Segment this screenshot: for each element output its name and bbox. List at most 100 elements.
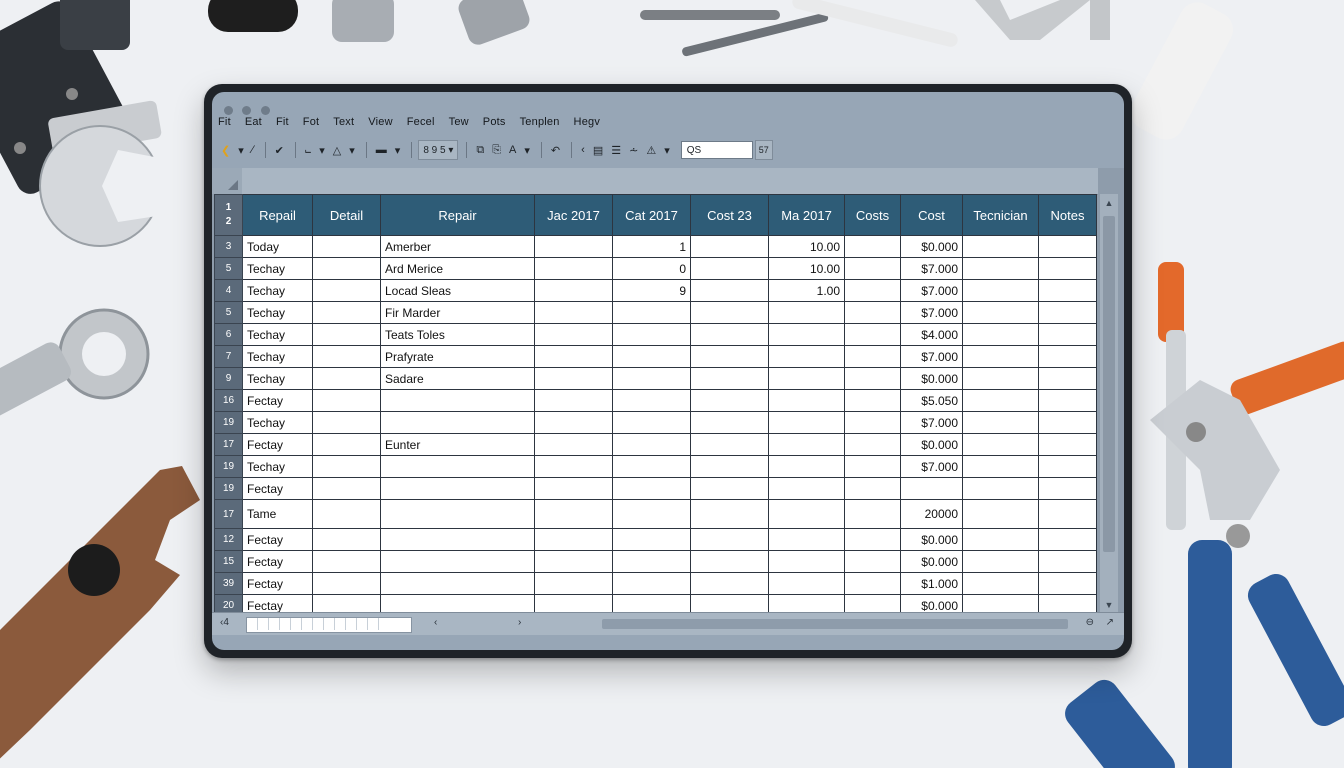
menu-item[interactable]: Eat bbox=[245, 116, 262, 134]
link-icon[interactable]: ⧉ bbox=[473, 140, 487, 160]
menu-item[interactable]: Fot bbox=[303, 116, 320, 134]
table-cell[interactable] bbox=[534, 411, 613, 434]
table-cell[interactable] bbox=[534, 572, 613, 595]
table-cell[interactable] bbox=[1038, 389, 1097, 412]
table-cell[interactable] bbox=[962, 301, 1039, 324]
table-cell[interactable] bbox=[312, 257, 381, 280]
table-cell[interactable]: $7.000 bbox=[900, 345, 963, 368]
table-cell[interactable] bbox=[768, 389, 845, 412]
table-cell[interactable]: Fectay bbox=[242, 433, 313, 456]
table-cell[interactable] bbox=[962, 572, 1039, 595]
table-cell[interactable]: Fir Marder bbox=[380, 301, 535, 324]
table-cell[interactable] bbox=[690, 367, 769, 390]
minimize-dot[interactable] bbox=[242, 106, 252, 115]
table-cell[interactable] bbox=[690, 433, 769, 456]
table-cell[interactable]: Fectay bbox=[242, 572, 313, 595]
table-cell[interactable] bbox=[312, 433, 381, 456]
table-cell[interactable]: Fectay bbox=[242, 389, 313, 412]
scroll-right-icon[interactable]: › bbox=[518, 617, 521, 628]
menu-item[interactable]: Fit bbox=[218, 116, 231, 134]
table-cell[interactable] bbox=[534, 345, 613, 368]
table-cell[interactable]: $5.050 bbox=[900, 389, 963, 412]
table-cell[interactable]: Techay bbox=[242, 257, 313, 280]
row-number[interactable]: 19 bbox=[214, 455, 243, 478]
table-cell[interactable] bbox=[962, 389, 1039, 412]
table-cell[interactable]: Fectay bbox=[242, 550, 313, 573]
table-cell[interactable]: Teats Toles bbox=[380, 323, 535, 346]
table-cell[interactable]: Techay bbox=[242, 411, 313, 434]
table-cell[interactable]: $1.000 bbox=[900, 572, 963, 595]
table-cell[interactable] bbox=[612, 411, 691, 434]
border-icon[interactable]: ▬ bbox=[373, 140, 390, 160]
table-cell[interactable] bbox=[690, 279, 769, 302]
table-cell[interactable] bbox=[962, 235, 1039, 258]
table-cell[interactable] bbox=[1038, 433, 1097, 456]
table-cell[interactable] bbox=[312, 367, 381, 390]
row-number[interactable]: 19 bbox=[214, 477, 243, 500]
table-cell[interactable] bbox=[534, 367, 613, 390]
table-cell[interactable]: Amerber bbox=[380, 235, 535, 258]
name-box-input[interactable]: QS bbox=[680, 141, 753, 159]
table-cell[interactable] bbox=[534, 301, 613, 324]
sheet-tabs[interactable] bbox=[246, 617, 412, 633]
column-header[interactable]: Cost 23 bbox=[690, 194, 769, 236]
select-all-corner[interactable] bbox=[212, 168, 242, 194]
row-number[interactable]: 4 bbox=[214, 279, 243, 302]
table-cell[interactable] bbox=[690, 323, 769, 346]
table-cell[interactable] bbox=[1038, 528, 1097, 551]
table-cell[interactable] bbox=[612, 345, 691, 368]
scroll-left-icon[interactable]: ‹ bbox=[434, 617, 437, 628]
table-cell[interactable] bbox=[962, 411, 1039, 434]
menu-item[interactable]: Tenplen bbox=[520, 116, 560, 134]
table-cell[interactable]: 9 bbox=[612, 279, 691, 302]
table-cell[interactable] bbox=[900, 477, 963, 500]
dropdown-icon[interactable]: ▾ bbox=[316, 140, 328, 160]
menu-item[interactable]: Tew bbox=[449, 116, 469, 134]
format-icon[interactable]: ⩪ bbox=[626, 140, 641, 160]
table-cell[interactable]: 10.00 bbox=[768, 257, 845, 280]
table-cell[interactable] bbox=[690, 257, 769, 280]
table-cell[interactable] bbox=[768, 433, 845, 456]
undo-icon[interactable]: ❮ bbox=[218, 140, 233, 160]
row-number[interactable]: 15 bbox=[214, 550, 243, 573]
table-cell[interactable] bbox=[690, 477, 769, 500]
table-cell[interactable]: 10.00 bbox=[768, 235, 845, 258]
redo-icon[interactable]: ↶ bbox=[548, 140, 563, 160]
table-cell[interactable] bbox=[612, 477, 691, 500]
column-header[interactable]: Tecnician bbox=[962, 194, 1039, 236]
dropdown-icon[interactable]: ▾ bbox=[661, 140, 673, 160]
row-number[interactable]: 17 bbox=[214, 499, 243, 529]
table-cell[interactable] bbox=[962, 550, 1039, 573]
table-cell[interactable] bbox=[690, 411, 769, 434]
align-icon[interactable]: ☰ bbox=[608, 140, 624, 160]
table-cell[interactable] bbox=[534, 279, 613, 302]
table-cell[interactable] bbox=[1038, 411, 1097, 434]
table-cell[interactable] bbox=[312, 235, 381, 258]
dropdown-icon[interactable]: ▾ bbox=[521, 140, 533, 160]
table-cell[interactable] bbox=[380, 528, 535, 551]
table-cell[interactable] bbox=[844, 499, 901, 529]
table-cell[interactable] bbox=[534, 550, 613, 573]
table-cell[interactable] bbox=[1038, 279, 1097, 302]
row-number[interactable]: 39 bbox=[214, 572, 243, 595]
zoom-select[interactable]: 8 9 5 ▾ bbox=[418, 140, 459, 160]
row-number[interactable]: 9 bbox=[214, 367, 243, 390]
table-cell[interactable] bbox=[768, 323, 845, 346]
table-cell[interactable] bbox=[844, 455, 901, 478]
table-cell[interactable] bbox=[312, 411, 381, 434]
table-cell[interactable]: $0.000 bbox=[900, 367, 963, 390]
table-cell[interactable] bbox=[690, 572, 769, 595]
row-number[interactable]: 5 bbox=[214, 257, 243, 280]
row-number[interactable]: 5 bbox=[214, 301, 243, 324]
table-cell[interactable]: Techay bbox=[242, 323, 313, 346]
table-cell[interactable] bbox=[534, 257, 613, 280]
table-cell[interactable] bbox=[534, 499, 613, 529]
table-cell[interactable] bbox=[312, 345, 381, 368]
table-cell[interactable]: $7.000 bbox=[900, 411, 963, 434]
table-cell[interactable] bbox=[768, 411, 845, 434]
table-cell[interactable] bbox=[612, 528, 691, 551]
column-header[interactable]: Repail bbox=[242, 194, 313, 236]
table-cell[interactable] bbox=[844, 411, 901, 434]
table-cell[interactable]: Techay bbox=[242, 301, 313, 324]
menu-item[interactable]: Hegv bbox=[574, 116, 600, 134]
